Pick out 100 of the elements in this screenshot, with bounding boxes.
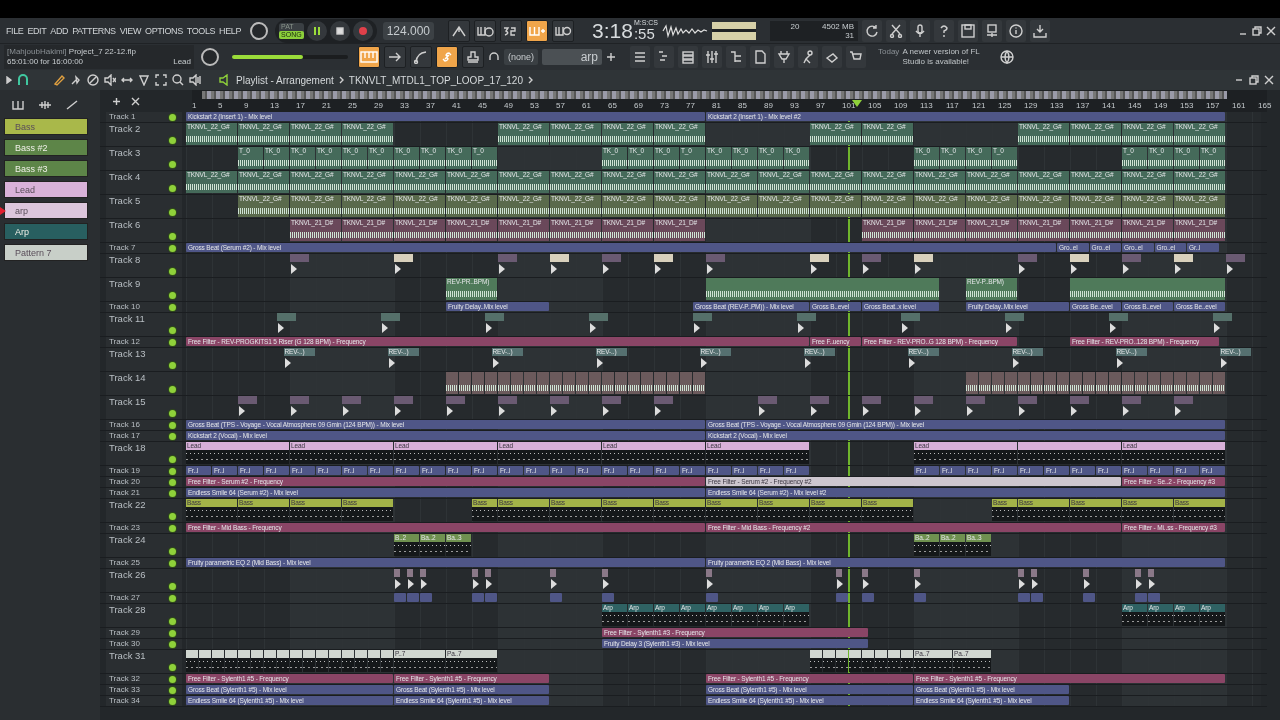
pattern-clip[interactable] — [290, 650, 302, 672]
audio-clip[interactable] — [563, 372, 575, 394]
audio-clip[interactable] — [628, 372, 640, 394]
track-enable-led[interactable] — [169, 292, 176, 299]
track-enable-led[interactable] — [169, 548, 176, 555]
track-header[interactable]: Track 21 — [106, 488, 182, 498]
menu-item[interactable]: HELP — [217, 25, 244, 36]
track-enable-led[interactable] — [169, 327, 176, 334]
track-enable-led[interactable] — [169, 583, 176, 590]
track-header[interactable]: Track 4 — [106, 171, 182, 194]
window-button[interactable] — [654, 46, 674, 68]
audio-clip[interactable] — [641, 372, 653, 394]
audio-clip[interactable] — [511, 372, 523, 394]
speaker-icon[interactable] — [219, 74, 231, 86]
pattern-clip[interactable] — [264, 650, 276, 672]
window-button[interactable] — [846, 46, 866, 68]
track-header[interactable]: Track 24 — [106, 534, 182, 557]
audio-clip[interactable] — [615, 372, 627, 394]
add-icon[interactable] — [112, 96, 121, 106]
audio-clip[interactable] — [1213, 372, 1225, 394]
track-enable-led[interactable] — [169, 185, 176, 192]
track-enable-led[interactable] — [169, 664, 176, 671]
track-header[interactable]: Track 20 — [106, 477, 182, 487]
automation-clip[interactable] — [602, 593, 614, 602]
audio-clip[interactable] — [1109, 372, 1121, 394]
track-header[interactable]: Track 3 — [106, 147, 182, 170]
automation-clip[interactable] — [836, 593, 848, 602]
audio-clip[interactable] — [537, 372, 549, 394]
track-header[interactable]: Track 23 — [106, 523, 182, 533]
pattern-clip[interactable] — [186, 650, 198, 672]
automation-clip[interactable] — [914, 593, 926, 602]
audio-clip[interactable] — [706, 278, 939, 300]
tempo-display[interactable]: 124.000 — [382, 21, 435, 40]
toolbar-button[interactable] — [474, 19, 497, 42]
cut-button[interactable] — [886, 19, 907, 42]
menu-item[interactable]: OPTIONS — [143, 25, 185, 36]
track-header[interactable]: Track 14 — [106, 372, 182, 395]
track-header[interactable]: Track 5 — [106, 195, 182, 218]
audio-clip[interactable] — [1187, 372, 1199, 394]
audio-clip[interactable] — [576, 372, 588, 394]
close-icon[interactable] — [131, 96, 140, 106]
pattern-selector-field[interactable]: arp — [542, 49, 602, 65]
close-icon[interactable] — [1266, 25, 1276, 36]
sample-clip[interactable] — [290, 254, 309, 276]
add-icon[interactable] — [606, 52, 616, 62]
save-button[interactable] — [958, 19, 979, 42]
track-header[interactable]: Track 34 — [106, 696, 182, 706]
sample-clip[interactable] — [1018, 254, 1037, 276]
automation-view-icon[interactable] — [66, 100, 78, 110]
pattern-clip[interactable] — [862, 650, 874, 672]
toolbar-button[interactable] — [448, 19, 471, 42]
audio-clip[interactable] — [680, 372, 692, 394]
save-split-button[interactable] — [982, 19, 1003, 42]
help-button[interactable] — [934, 19, 955, 42]
master-volume-knob[interactable] — [250, 21, 269, 40]
window-button[interactable] — [822, 46, 842, 68]
automation-clip[interactable] — [407, 593, 419, 602]
track-enable-led[interactable] — [169, 456, 176, 463]
track-header[interactable]: Track 7 — [106, 243, 182, 253]
restore-icon[interactable] — [1252, 25, 1262, 36]
menu-item[interactable]: VIEW — [117, 25, 144, 36]
window-button[interactable] — [630, 46, 650, 68]
audio-clip[interactable] — [1057, 372, 1069, 394]
audio-clip[interactable] — [550, 372, 562, 394]
pattern-clip[interactable] — [836, 650, 848, 672]
track-header[interactable]: Track 13 — [106, 348, 182, 371]
automation-clip[interactable] — [706, 593, 718, 602]
audio-clip[interactable] — [667, 372, 679, 394]
audio-clip[interactable] — [1005, 372, 1017, 394]
record-button[interactable] — [352, 20, 373, 41]
sample-clip[interactable] — [498, 254, 517, 276]
track-enable-led[interactable] — [169, 513, 176, 520]
track-enable-led[interactable] — [169, 268, 176, 275]
pattern-clip[interactable] — [381, 650, 393, 672]
pattern-clip[interactable] — [810, 650, 822, 672]
pattern-item[interactable]: Lead — [4, 181, 88, 198]
toolbar-button[interactable] — [526, 19, 549, 42]
magnet-icon[interactable] — [17, 74, 29, 86]
pattern-clip[interactable] — [329, 650, 341, 672]
menu-item[interactable]: FILE — [4, 25, 26, 36]
track-header[interactable]: Track 32 — [106, 674, 182, 684]
audio-clip[interactable] — [1135, 372, 1147, 394]
track-header[interactable]: Track 29 — [106, 628, 182, 638]
track-enable-led[interactable] — [169, 137, 176, 144]
automation-clip[interactable] — [550, 593, 562, 602]
pattern-clip[interactable] — [225, 650, 237, 672]
playback-icon[interactable] — [189, 74, 201, 86]
audio-clip[interactable] — [1070, 372, 1082, 394]
record-audio-button[interactable] — [910, 19, 931, 42]
track-enable-led[interactable] — [169, 386, 176, 393]
sample-clip[interactable] — [654, 254, 673, 276]
master-volume-slider[interactable] — [232, 55, 303, 59]
audio-clip[interactable] — [485, 372, 497, 394]
track-header[interactable]: Track 28 — [106, 604, 182, 627]
track-header[interactable]: Track 30 — [106, 639, 182, 649]
automation-clip[interactable] — [485, 593, 497, 602]
track-header[interactable]: Track 16 — [106, 420, 182, 430]
window-button[interactable] — [750, 46, 770, 68]
audio-clip[interactable] — [1200, 372, 1212, 394]
automation-clip[interactable] — [1135, 593, 1147, 602]
